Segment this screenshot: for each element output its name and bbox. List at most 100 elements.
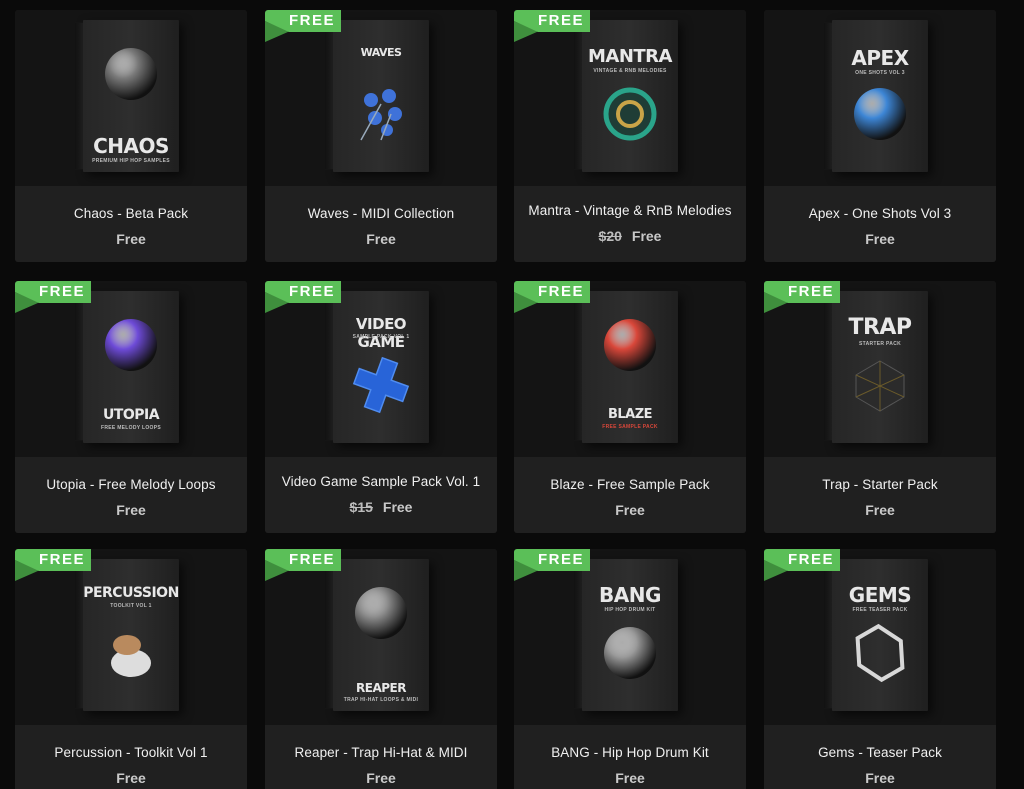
product-price: Free (15, 502, 247, 518)
product-title[interactable]: Mantra - Vintage & RnB Melodies (514, 203, 746, 218)
product-info: Chaos - Beta Pack Free (15, 186, 247, 262)
shard-icon (351, 583, 411, 643)
original-price: $15 (349, 499, 373, 515)
box-subtitle: VINTAGE & RNB MELODIES (593, 68, 667, 74)
free-badge: FREE (15, 549, 91, 581)
gem-icon (850, 623, 910, 683)
box-name: CHAOS (93, 134, 169, 158)
spiked-ball-icon (600, 315, 660, 375)
sale-price: Free (366, 231, 396, 247)
product-title[interactable]: Utopia - Free Melody Loops (15, 477, 247, 492)
box-name: PERCUSSION (83, 585, 179, 601)
product-card[interactable]: UTOPIA FREE MELODY LOOPS FREE Utopia - Free… (15, 281, 247, 533)
product-price: Free (764, 231, 996, 247)
sale-price: Free (366, 770, 396, 786)
product-title[interactable]: Waves - MIDI Collection (265, 206, 497, 221)
product-info: Blaze - Free Sample Pack Free (514, 457, 746, 533)
product-info: Utopia - Free Melody Loops Free (15, 457, 247, 533)
free-badge: FREE (265, 549, 341, 581)
box-subtitle: TOOLKIT VOL 1 (110, 603, 152, 609)
product-price: Free (15, 770, 247, 786)
product-box-art: BANG HIP HOP DRUM KIT (574, 559, 678, 711)
sale-price: Free (615, 770, 645, 786)
free-badge: FREE (514, 549, 590, 581)
product-title[interactable]: Chaos - Beta Pack (15, 206, 247, 221)
sale-price: Free (116, 231, 146, 247)
product-box-art: BLAZE FREE SAMPLE PACK (574, 291, 678, 443)
box-name: APEX (851, 46, 909, 70)
sale-price: Free (865, 502, 895, 518)
cross-icon (351, 355, 411, 415)
product-price: Free (514, 502, 746, 518)
product-title[interactable]: Gems - Teaser Pack (764, 745, 996, 760)
product-card[interactable]: TRAP STARTER PACK FREE Trap - Starter Pack F… (764, 281, 996, 533)
product-box-art: REAPER TRAP HI-HAT LOOPS & MIDI (325, 559, 429, 711)
product-info: BANG - Hip Hop Drum Kit Free (514, 725, 746, 789)
product-title[interactable]: Reaper - Trap Hi-Hat & MIDI (265, 745, 497, 760)
product-box-art: UTOPIA FREE MELODY LOOPS (75, 291, 179, 443)
sale-price: Free (382, 499, 413, 515)
product-card[interactable]: VIDEO GAME SAMPLE PACK VOL 1 FREE Video Gam… (265, 281, 497, 533)
sale-price: Free (631, 228, 662, 244)
free-badge: FREE (764, 281, 840, 313)
product-box-art: WAVES (325, 20, 429, 172)
product-card[interactable]: GEMS FREE TEASER PACK FREE Gems - Teaser Pa… (764, 549, 996, 789)
product-price: $20 Free (514, 228, 746, 244)
product-title[interactable]: Video Game Sample Pack Vol. 1 (265, 474, 497, 489)
product-card[interactable]: APEX ONE SHOTS VOL 3 Apex - One Shots Vol … (764, 10, 996, 262)
flower-icon (351, 84, 411, 144)
product-card[interactable]: WAVES FREE Waves - MIDI Collection Free (265, 10, 497, 262)
product-title[interactable]: Apex - One Shots Vol 3 (764, 206, 996, 221)
sale-price: Free (615, 502, 645, 518)
free-badge: FREE (514, 281, 590, 313)
product-info: Percussion - Toolkit Vol 1 Free (15, 725, 247, 789)
product-card[interactable]: MANTRA VINTAGE & RNB MELODIES FREE Mantra -… (514, 10, 746, 262)
product-price: Free (265, 770, 497, 786)
box-subtitle: PREMIUM HIP HOP SAMPLES (92, 158, 170, 164)
ring-icon (600, 84, 660, 144)
product-card[interactable]: PERCUSSION TOOLKIT VOL 1 FREE Percussion - … (15, 549, 247, 789)
product-title[interactable]: Percussion - Toolkit Vol 1 (15, 745, 247, 760)
product-card[interactable]: REAPER TRAP HI-HAT LOOPS & MIDI FREE Reaper… (265, 549, 497, 789)
sale-price: Free (116, 502, 146, 518)
product-title[interactable]: BANG - Hip Hop Drum Kit (514, 745, 746, 760)
product-card[interactable]: CHAOS PREMIUM HIP HOP SAMPLES Chaos - Beta… (15, 10, 247, 262)
free-badge: FREE (764, 549, 840, 581)
free-badge: FREE (265, 281, 341, 313)
glass-cube-icon (600, 623, 660, 683)
product-box-art: TRAP STARTER PACK (824, 291, 928, 443)
sale-price: Free (116, 770, 146, 786)
product-price: Free (764, 502, 996, 518)
product-price: Free (15, 231, 247, 247)
product-box-art: MANTRA VINTAGE & RNB MELODIES (574, 20, 678, 172)
drum-icon (101, 623, 161, 683)
product-image[interactable]: APEX ONE SHOTS VOL 3 (764, 10, 996, 186)
product-image[interactable]: CHAOS PREMIUM HIP HOP SAMPLES (15, 10, 247, 186)
free-badge: FREE (15, 281, 91, 313)
product-title[interactable]: Blaze - Free Sample Pack (514, 477, 746, 492)
box-subtitle: TRAP HI-HAT LOOPS & MIDI (343, 697, 419, 703)
product-card[interactable]: BANG HIP HOP DRUM KIT FREE BANG - Hip Hop D… (514, 549, 746, 789)
product-info: Apex - One Shots Vol 3 Free (764, 186, 996, 262)
box-subtitle: STARTER PACK (858, 341, 902, 347)
box-name: WAVES (360, 46, 402, 59)
box-subtitle: SAMPLE PACK VOL 1 (352, 334, 410, 340)
product-title[interactable]: Trap - Starter Pack (764, 477, 996, 492)
free-badge: FREE (265, 10, 341, 42)
skull-icon (101, 44, 161, 104)
box-name: VIDEO GAME (355, 315, 407, 351)
product-box-art: GEMS FREE TEASER PACK (824, 559, 928, 711)
box-name: GEMS (848, 583, 912, 607)
original-price: $20 (598, 228, 622, 244)
knot-icon (850, 84, 910, 144)
box-subtitle: FREE MELODY LOOPS (100, 425, 161, 431)
box-name: MANTRA (588, 46, 672, 67)
product-card[interactable]: BLAZE FREE SAMPLE PACK FREE Blaze - Free Sa… (514, 281, 746, 533)
box-name: BANG (599, 583, 661, 607)
free-badge: FREE (514, 10, 590, 42)
product-info: Video Game Sample Pack Vol. 1 $15 Free (265, 457, 497, 533)
box-subtitle: ONE SHOTS VOL 3 (855, 70, 905, 76)
product-box-art: PERCUSSION TOOLKIT VOL 1 (75, 559, 179, 711)
product-price: $15 Free (265, 499, 497, 515)
box-subtitle: FREE SAMPLE PACK (602, 424, 658, 430)
